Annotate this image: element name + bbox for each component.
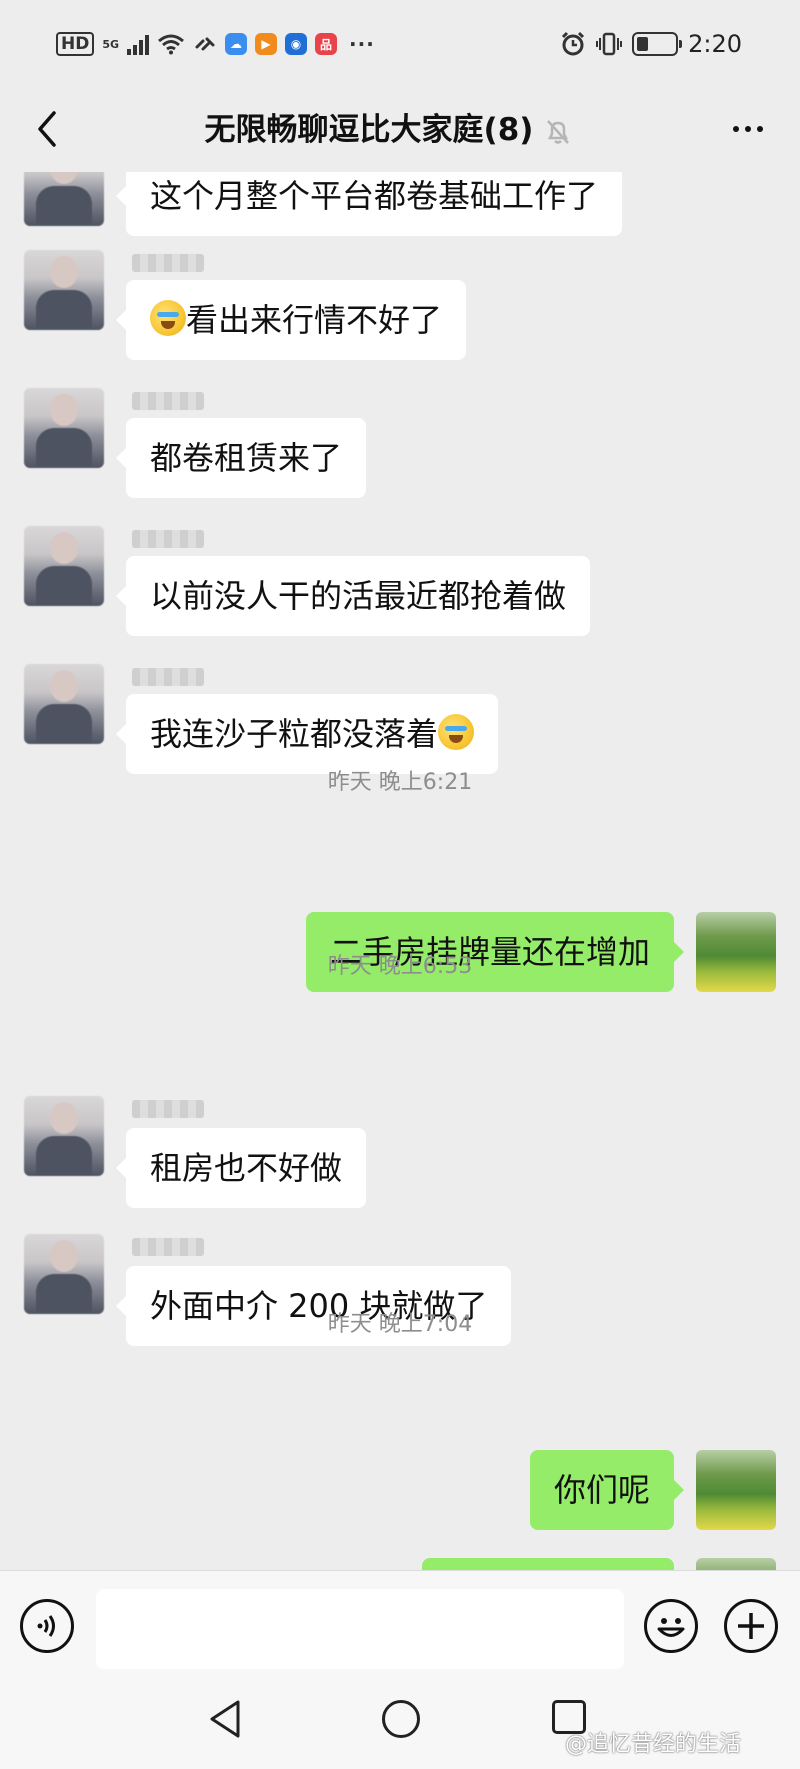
bell-off-icon	[547, 119, 570, 144]
message-text: 这个月整个平台都卷基础工作了	[150, 177, 599, 215]
message-text: 看出来行情不好了	[186, 301, 443, 339]
avatar[interactable]	[24, 664, 104, 744]
wifi-icon	[158, 34, 184, 55]
more-button[interactable]	[718, 104, 778, 154]
chat-title-wrap: 无限畅聊逗比大家庭(8)	[0, 104, 800, 149]
voice-button[interactable]	[20, 1599, 74, 1653]
avatar[interactable]	[24, 1234, 104, 1314]
chat-header: 无限畅聊逗比大家庭(8)	[0, 92, 800, 172]
message-bubble-incoming[interactable]: 租房也不好做	[115, 1128, 367, 1208]
timestamp: 昨天 晚上6:21	[327, 770, 473, 795]
self-avatar[interactable]	[696, 1450, 776, 1530]
system-nav-bar: @追忆昔经的生活	[0, 1686, 800, 1769]
timestamp: 昨天 晚上6:53	[327, 954, 473, 979]
more-dots-icon	[733, 126, 739, 132]
avatar[interactable]	[24, 526, 104, 606]
message-text: 租房也不好做	[150, 1149, 343, 1187]
status-bar: HD 5G ☁ ▶ ◉ 品 ··· 2:20	[0, 0, 800, 92]
signal-icon	[127, 33, 150, 55]
sender-name-blurred	[132, 392, 204, 410]
message-bubble-incoming[interactable]: 以前没人干的活最近都抢着做	[115, 556, 591, 636]
sender-name-blurred	[132, 530, 204, 548]
link-icon	[195, 37, 215, 51]
more-notifications-icon: ···	[349, 32, 375, 56]
message-bubble-outgoing[interactable]: 你们呢	[529, 1450, 685, 1530]
message-text: 我连沙子粒都没落着	[150, 715, 439, 753]
avatar[interactable]	[24, 250, 104, 330]
plus-button[interactable]	[724, 1599, 778, 1653]
message-text: 你们呢	[553, 1471, 650, 1509]
alarm-icon	[562, 31, 585, 56]
watermark: @追忆昔经的生活	[565, 1732, 742, 1757]
self-avatar[interactable]	[696, 1558, 776, 1570]
message-bubble-incoming[interactable]: 都卷租赁来了	[115, 418, 367, 498]
input-bar	[0, 1570, 800, 1686]
voice-icon	[37, 1615, 55, 1637]
battery-icon	[632, 32, 683, 56]
avatar[interactable]	[24, 172, 104, 226]
message-input[interactable]	[96, 1589, 624, 1669]
battery-level	[637, 37, 648, 51]
sender-name-blurred	[132, 1238, 204, 1256]
video-app-icon: ▶	[255, 33, 278, 55]
sender-name-blurred	[132, 1100, 204, 1118]
status-time: 2:20	[688, 30, 742, 58]
plus-icon	[738, 1613, 764, 1639]
message-bubble-outgoing[interactable]	[422, 1558, 674, 1570]
hd-indicator: HD	[56, 32, 95, 56]
crying-emoji-icon	[438, 714, 475, 750]
shop-app-icon: 品	[315, 33, 338, 55]
more-dot	[757, 126, 763, 132]
message-text: 都卷租赁来了	[150, 439, 343, 477]
network-type: 5G	[102, 37, 120, 51]
sender-name-blurred	[132, 668, 204, 686]
emoji-button[interactable]	[644, 1599, 698, 1653]
timestamp: 昨天 晚上7:04	[327, 1312, 473, 1337]
chat-message-list[interactable]: 这个月整个平台都卷基础工作了看出来行情不好了都卷租赁来了以前没人干的活最近都抢着…	[0, 172, 800, 1570]
status-left: HD 5G ☁ ▶ ◉ 品 ···	[56, 32, 375, 56]
message-bubble-incoming[interactable]: 我连沙子粒都没落着	[115, 694, 499, 774]
sender-name-blurred	[132, 254, 204, 272]
message-text: 以前没人干的活最近都抢着做	[150, 577, 567, 615]
status-right: 2:20	[560, 30, 742, 58]
vibrate-icon	[596, 32, 623, 56]
crying-emoji-icon	[150, 300, 186, 336]
nav-back-icon[interactable]	[206, 1698, 246, 1740]
message-bubble-incoming[interactable]: 这个月整个平台都卷基础工作了	[115, 172, 623, 236]
more-dot	[745, 126, 751, 132]
avatar[interactable]	[24, 1096, 104, 1176]
message-bubble-incoming[interactable]: 看出来行情不好了	[115, 280, 467, 360]
nav-home-icon[interactable]	[382, 1700, 420, 1738]
avatar[interactable]	[24, 388, 104, 468]
cloud-app-icon: ☁	[225, 33, 248, 55]
bank-app-icon: ◉	[285, 33, 308, 55]
chat-title: 无限畅聊逗比大家庭(8)	[204, 112, 534, 148]
smile-icon	[657, 1618, 685, 1637]
